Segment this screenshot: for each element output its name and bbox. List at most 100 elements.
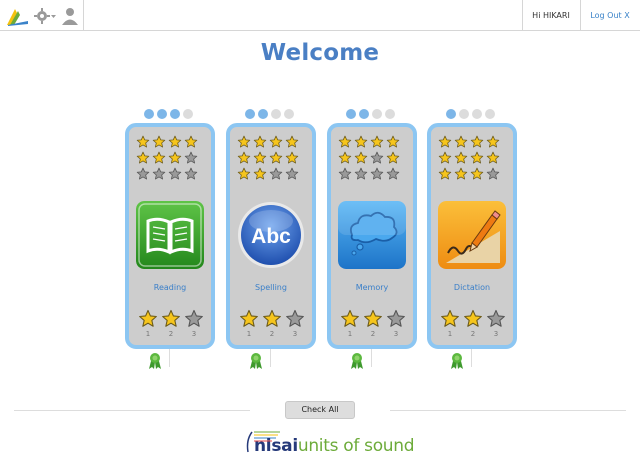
star-row: [338, 167, 408, 182]
star-number: 1: [347, 330, 353, 338]
award-ribbon-icon[interactable]: [248, 352, 264, 370]
abc-icon[interactable]: Abc: [237, 201, 305, 269]
star-row: [136, 151, 206, 166]
award-ribbon-icon[interactable]: [449, 352, 465, 370]
memory-card[interactable]: Memory 1 2 3: [327, 123, 417, 349]
progress-dots: [446, 109, 498, 121]
star-filled-icon: [386, 151, 400, 164]
progress-dot: [170, 109, 180, 119]
open-book-icon[interactable]: [136, 201, 204, 269]
star-number: 3: [493, 330, 499, 338]
star-filled-icon: [338, 151, 352, 164]
progress-dot: [271, 109, 281, 119]
award-divider: [270, 349, 271, 367]
award-ribbon-icon[interactable]: [147, 352, 163, 370]
progress-dot: [183, 109, 193, 119]
star-filled-icon: [285, 151, 299, 164]
star-filled-icon: [341, 309, 359, 327]
reading-card[interactable]: Reading 1 2 3: [125, 123, 215, 349]
star-empty-icon: [286, 309, 304, 327]
unit-label: Spelling: [255, 283, 287, 292]
star-empty-icon: [338, 167, 352, 180]
star-filled-icon: [269, 151, 283, 164]
star-number: 2: [370, 330, 376, 338]
star-numbers: 1 2 3: [138, 330, 204, 338]
star-empty-icon: [184, 151, 198, 164]
big-stars: [239, 309, 305, 329]
star-filled-icon: [438, 135, 452, 148]
star-filled-icon: [370, 135, 384, 148]
star-number: 2: [470, 330, 476, 338]
spelling-card[interactable]: Abc Spelling 1 2 3: [226, 123, 316, 349]
star-filled-icon: [386, 135, 400, 148]
brand-logo: nisaiunits of sound: [238, 426, 415, 462]
star-filled-icon: [470, 151, 484, 164]
star-filled-icon: [454, 135, 468, 148]
pencil-writing-icon[interactable]: [438, 201, 506, 269]
page-title: Welcome: [260, 40, 380, 66]
progress-dot: [385, 109, 395, 119]
star-empty-icon: [184, 167, 198, 180]
progress-dots: [346, 109, 398, 121]
progress-dot: [284, 109, 294, 119]
unit-label: Memory: [355, 283, 389, 292]
big-stars: [440, 309, 506, 329]
star-filled-icon: [454, 167, 468, 180]
check-all-button[interactable]: Check All: [285, 401, 355, 419]
star-filled-icon: [184, 135, 198, 148]
progress-dot: [245, 109, 255, 119]
user-greeting: Hi HIKARI: [532, 11, 570, 20]
award-ribbon-icon[interactable]: [349, 352, 365, 370]
star-empty-icon: [185, 309, 203, 327]
star-number: 1: [246, 330, 252, 338]
star-empty-icon: [152, 167, 166, 180]
progress-dots: [245, 109, 297, 121]
progress-dots: [144, 109, 196, 121]
star-empty-icon: [370, 151, 384, 164]
star-numbers: 1 2 3: [440, 330, 506, 338]
star-filled-icon: [162, 309, 180, 327]
progress-dot: [472, 109, 482, 119]
app-logo-icon[interactable]: [6, 5, 30, 27]
star-filled-icon: [168, 151, 182, 164]
star-grid: [438, 135, 508, 183]
award-divider: [169, 349, 170, 367]
gear-menu-icon[interactable]: [33, 6, 57, 26]
star-numbers: 1 2 3: [340, 330, 406, 338]
star-grid: [237, 135, 307, 183]
star-filled-icon: [438, 167, 452, 180]
star-empty-icon: [285, 167, 299, 180]
star-row: [338, 135, 408, 150]
progress-dot: [346, 109, 356, 119]
star-filled-icon: [354, 151, 368, 164]
toolbar-divider: [83, 0, 84, 31]
big-stars: [340, 309, 406, 329]
svg-text:Abc: Abc: [251, 225, 291, 248]
star-row: [338, 151, 408, 166]
star-filled-icon: [136, 151, 150, 164]
cloud-icon[interactable]: [338, 201, 406, 269]
progress-dot: [359, 109, 369, 119]
footer-divider-right: [390, 410, 626, 411]
star-filled-icon: [263, 309, 281, 327]
dictation-card[interactable]: Dictation 1 2 3: [427, 123, 517, 349]
star-empty-icon: [168, 167, 182, 180]
award-divider: [471, 349, 472, 367]
progress-dot: [157, 109, 167, 119]
progress-dot: [459, 109, 469, 119]
award-divider: [371, 349, 372, 367]
progress-dot: [485, 109, 495, 119]
logout-button[interactable]: Log Out X: [582, 0, 638, 31]
star-row: [438, 167, 508, 182]
progress-dot: [372, 109, 382, 119]
star-filled-icon: [470, 135, 484, 148]
star-filled-icon: [269, 135, 283, 148]
star-row: [237, 135, 307, 150]
star-filled-icon: [152, 151, 166, 164]
progress-dot: [258, 109, 268, 119]
progress-dot: [144, 109, 154, 119]
star-filled-icon: [237, 151, 251, 164]
star-empty-icon: [387, 309, 405, 327]
top-bar: Hi HIKARI Log Out X: [0, 0, 640, 31]
user-profile-icon[interactable]: [60, 6, 80, 26]
